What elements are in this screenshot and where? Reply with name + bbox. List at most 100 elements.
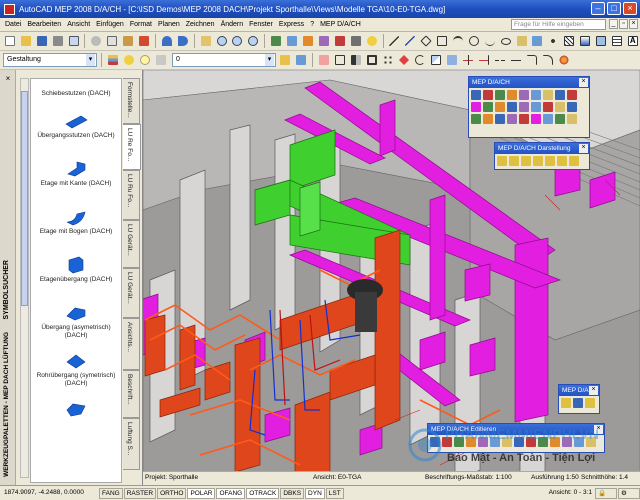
calc-tool-icon[interactable] [543,90,553,100]
scale-icon[interactable] [429,53,443,67]
mep-dach-toolbar[interactable]: MEP D/A/CH × [468,76,590,138]
menu-zeichnen[interactable]: Zeichnen [183,21,218,28]
zoom-realtime-icon[interactable] [215,34,229,48]
polar-toggle[interactable]: POLAR [187,487,216,499]
palette-scrollbar[interactable] [20,78,29,478]
stretch-icon[interactable] [445,53,459,67]
circle-icon[interactable] [467,34,481,48]
tool-palette-titlebar[interactable]: × SYMBOLSUCHER WERKZEUGPALETTEN - MEP DA… [0,70,16,485]
cable-tray-icon[interactable] [495,114,505,124]
display-iso-icon[interactable] [557,156,567,166]
rotate-icon[interactable] [413,53,427,67]
pipe-tool-icon[interactable] [495,90,505,100]
menu-bearbeiten[interactable]: Bearbeiten [24,21,64,28]
palette-tab-beschrift[interactable]: Beschrift... [123,370,140,418]
edit-tool-11-icon[interactable] [550,437,560,447]
copy-icon[interactable] [105,34,119,48]
mep-dach-darstellung-toolbar[interactable]: MEP D/A/CH Darstellung × [494,142,590,170]
trim-icon[interactable] [461,53,475,67]
tool-palette-close-icon[interactable]: × [3,74,13,84]
gradient-icon[interactable] [578,34,592,48]
insert-block-icon[interactable] [515,34,529,48]
menu-aendern[interactable]: Ändern [218,21,247,28]
edit-tool-12-icon[interactable] [562,437,572,447]
annotation-scale-label[interactable]: Beschriftungs-Maßstab: 1:100 [425,474,512,481]
mep-da-toolbar-close-button[interactable]: × [589,386,598,395]
grid-toggle[interactable]: RASTER [123,487,157,499]
lwt-toggle[interactable]: LST [325,487,344,499]
electrical-icon[interactable] [483,114,493,124]
paste-icon[interactable] [121,34,135,48]
markup-icon[interactable] [333,34,347,48]
cut-height-label[interactable]: Schnitthöhe: 1.4 [581,474,628,481]
menu-ansicht[interactable]: Ansicht [64,21,93,28]
layer-manager-icon[interactable] [106,53,120,67]
palette-item[interactable]: Etagenübergang (DACH) [31,253,121,301]
table-icon[interactable] [610,34,624,48]
fitting-tool-icon[interactable] [483,90,493,100]
help-icon[interactable] [365,34,379,48]
menu-fenster[interactable]: Fenster [246,21,276,28]
make-current-layer-icon[interactable] [278,53,292,67]
pipe-system-icon[interactable] [483,102,493,112]
copy-object-icon[interactable] [333,53,347,67]
edit-tool-7-icon[interactable] [502,437,512,447]
schedule-icon[interactable] [543,114,553,124]
tool-palettes-icon[interactable] [301,34,315,48]
edit-tool-2-icon[interactable] [442,437,452,447]
edit-tool-1-icon[interactable] [430,437,440,447]
zoom-previous-icon[interactable] [246,34,260,48]
duct-system-icon[interactable] [471,102,481,112]
menu-help[interactable]: ? [307,21,317,28]
move-icon[interactable] [397,53,411,67]
calculator-icon[interactable] [349,34,363,48]
palette-tab-lu-ru-fo[interactable]: LU Ru Fo... [123,170,140,220]
fire-protection-icon[interactable] [519,114,529,124]
fan-icon[interactable] [543,102,553,112]
palette-scrollbar-thumb[interactable] [21,91,28,306]
mtext-icon[interactable]: A [626,34,640,48]
explode-icon[interactable] [557,53,571,67]
preview-icon[interactable] [67,34,81,48]
mirror-icon[interactable] [349,53,363,67]
mep-da-tool-1-icon[interactable] [561,398,571,408]
lock-icon[interactable]: 🔒 [595,487,617,499]
pan-icon[interactable] [199,34,213,48]
palette-item[interactable]: Übergang (asymetrisch) (DACH) [31,301,121,349]
polyline-icon[interactable] [403,34,417,48]
snap-toggle[interactable]: FANG [99,487,123,499]
display-section-icon[interactable] [545,156,555,166]
array-icon[interactable] [381,53,395,67]
damper-icon[interactable] [567,102,577,112]
doc-restore-button[interactable]: ▫ [619,19,628,29]
close-button[interactable]: × [623,2,637,15]
erase-icon[interactable] [317,53,331,67]
spline-icon[interactable] [483,34,497,48]
project-name-label[interactable]: Projekt: Sporthalle [145,474,198,481]
break-icon[interactable] [493,53,507,67]
edit-tool-10-icon[interactable] [538,437,548,447]
ducs-toggle[interactable]: DBKS [280,487,305,499]
region-icon[interactable] [594,34,608,48]
palette-tab-luftung[interactable]: Luftung S... [123,418,140,470]
layer-previous-icon[interactable] [294,53,308,67]
line-icon[interactable] [388,34,402,48]
heating-icon[interactable] [495,102,505,112]
sanitary-icon[interactable] [471,114,481,124]
mep-da-tool-2-icon[interactable] [573,398,583,408]
undo-icon[interactable] [160,34,174,48]
layer-lock-icon[interactable] [154,53,168,67]
print-icon[interactable] [51,34,65,48]
ortho-toggle[interactable]: ORTHO [157,487,187,499]
route-tool-icon[interactable] [555,90,565,100]
mep-dach-darstellung-close-button[interactable]: × [579,144,588,153]
ellipse-icon[interactable] [499,34,513,48]
edit-tool-9-icon[interactable] [526,437,536,447]
pump-icon[interactable] [531,102,541,112]
filter-icon[interactable] [555,102,565,112]
mep-dach-toolbar-close-button[interactable]: × [579,78,588,87]
chamfer-icon[interactable] [525,53,539,67]
edit-tool-4-icon[interactable] [466,437,476,447]
edit-tool-5-icon[interactable] [478,437,488,447]
layer-dropdown[interactable]: 0 [172,53,276,67]
